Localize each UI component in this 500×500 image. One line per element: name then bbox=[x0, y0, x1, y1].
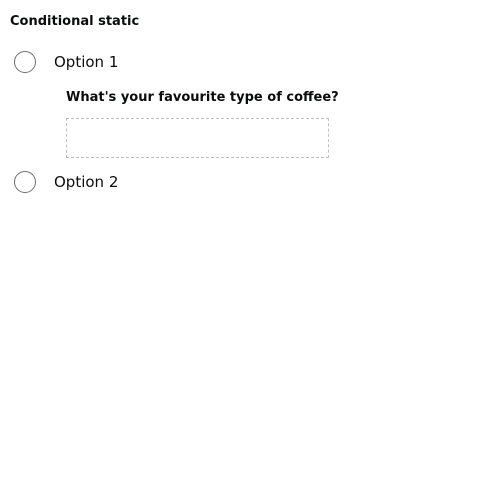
radio-option-2[interactable]: Option 2 bbox=[14, 169, 118, 195]
radio-option-label: Option 2 bbox=[54, 173, 119, 191]
coffee-type-input[interactable] bbox=[66, 118, 329, 158]
radio-option-label: Option 1 bbox=[54, 53, 119, 71]
radio-option-1[interactable]: Option 1 bbox=[14, 49, 118, 75]
radio-circle-icon[interactable] bbox=[14, 171, 36, 193]
conditional-question-label: What's your favourite type of coffee? bbox=[66, 90, 339, 105]
group-title: Conditional static bbox=[10, 14, 140, 29]
radio-circle-icon[interactable] bbox=[14, 51, 36, 73]
